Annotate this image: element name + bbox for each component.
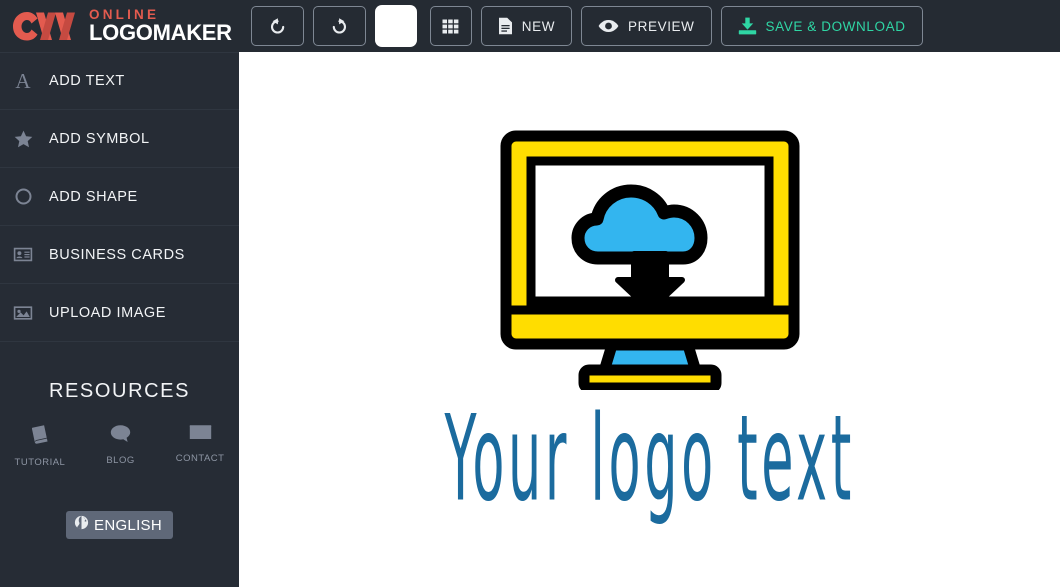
left-sidebar: A ADD TEXT ADD SYMBOL ADD SHAPE BUSINESS… [0, 52, 239, 587]
brand-logomaker-text: LOGOMAKER [89, 20, 232, 46]
grid-toggle-button[interactable] [429, 6, 472, 46]
resources-section: RESOURCES TUTORIAL BLOG CONTACT [0, 380, 239, 468]
eye-icon [598, 20, 619, 32]
resource-link-label: TUTORIAL [14, 457, 66, 468]
sidebar-item-label: UPLOAD IMAGE [49, 304, 166, 321]
undo-button[interactable] [250, 6, 304, 46]
sidebar-item-add-symbol[interactable]: ADD SYMBOL [0, 110, 239, 168]
preview-button-label: PREVIEW [628, 18, 695, 34]
om-monogram-icon [13, 12, 75, 41]
new-button[interactable]: NEW [480, 6, 573, 46]
envelope-icon [189, 424, 212, 446]
resource-link-contact[interactable]: CONTACT [176, 424, 225, 468]
resource-link-label: BLOG [106, 455, 135, 466]
book-icon [29, 424, 50, 450]
sidebar-item-business-cards[interactable]: BUSINESS CARDS [0, 226, 239, 284]
star-icon [12, 130, 34, 148]
brand-logo[interactable]: ONLINE LOGOMAKER [12, 8, 232, 45]
logo-text[interactable]: Your logo text [444, 400, 854, 519]
language-selector-wrap: ENGLISH [0, 511, 239, 539]
resource-link-blog[interactable]: BLOG [106, 424, 134, 468]
save-download-button-label: SAVE & DOWNLOAD [765, 18, 906, 34]
sidebar-item-label: ADD SYMBOL [49, 130, 150, 147]
sidebar-item-add-shape[interactable]: ADD SHAPE [0, 168, 239, 226]
sidebar-item-label: ADD TEXT [49, 73, 125, 89]
sidebar-item-label: BUSINESS CARDS [49, 246, 185, 263]
undo-icon [270, 17, 284, 34]
resources-links: TUTORIAL BLOG CONTACT [0, 424, 239, 468]
resources-title: RESOURCES [48, 380, 191, 402]
brand-wordmark: ONLINE LOGOMAKER [89, 8, 232, 45]
image-icon [12, 305, 34, 321]
background-color-swatch[interactable] [374, 5, 417, 47]
preview-button[interactable]: PREVIEW [581, 6, 712, 46]
cloud-download-monitor-icon[interactable] [500, 130, 800, 390]
new-button-label: NEW [521, 18, 556, 34]
resource-link-tutorial[interactable]: TUTORIAL [15, 424, 66, 468]
speech-bubble-icon [110, 424, 131, 448]
globe-icon [74, 515, 89, 535]
logo-canvas[interactable]: Your logo text [239, 52, 1060, 587]
sidebar-item-add-text[interactable]: A ADD TEXT [0, 52, 239, 110]
sidebar-item-label: ADD SHAPE [49, 188, 138, 205]
serif-a-icon: A [15, 68, 31, 93]
id-card-icon [12, 247, 34, 262]
redo-button[interactable] [312, 6, 366, 46]
language-selector[interactable]: ENGLISH [66, 511, 173, 539]
language-label: ENGLISH [94, 516, 162, 534]
download-icon [738, 17, 756, 35]
logo-maker-app: ONLINE LOGOMAKER NEW PREVIEW SAVE & DOWN… [0, 0, 1060, 587]
redo-icon [332, 17, 346, 34]
document-icon [498, 17, 512, 35]
circle-outline-icon [12, 188, 34, 205]
resource-link-label: CONTACT [175, 453, 225, 464]
save-download-button[interactable]: SAVE & DOWNLOAD [720, 6, 923, 46]
grid-icon [442, 19, 459, 33]
sidebar-item-upload-image[interactable]: UPLOAD IMAGE [0, 284, 239, 342]
brand-online-text: ONLINE [89, 6, 160, 22]
top-toolbar: ONLINE LOGOMAKER NEW PREVIEW SAVE & DOWN… [0, 0, 1060, 52]
workspace: A ADD TEXT ADD SYMBOL ADD SHAPE BUSINESS… [0, 52, 1060, 587]
